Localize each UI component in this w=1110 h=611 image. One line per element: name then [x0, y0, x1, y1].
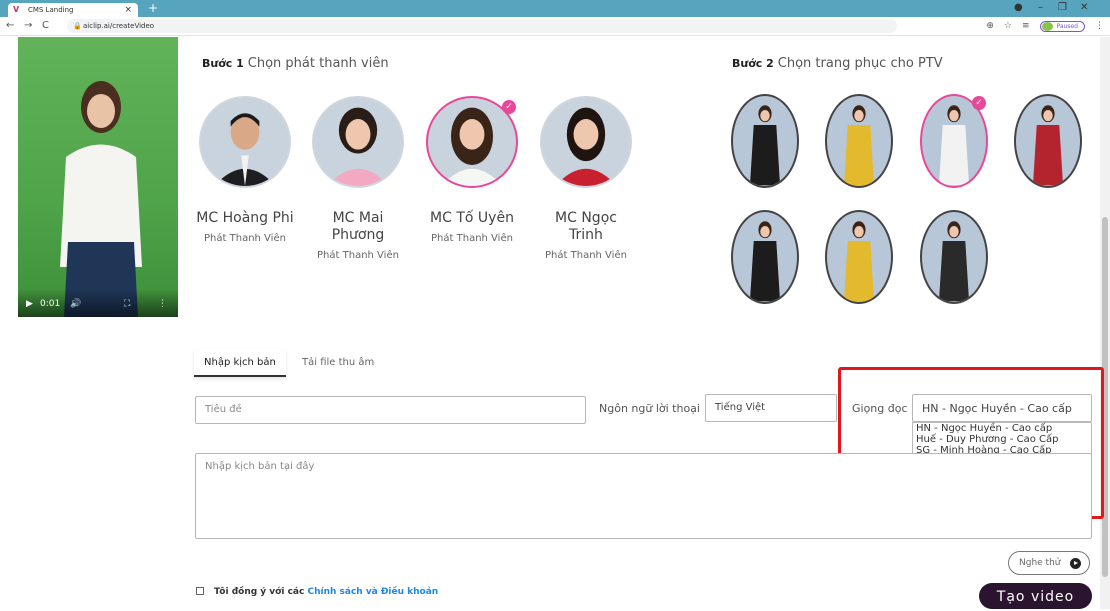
close-tab-icon[interactable]: ×	[124, 3, 132, 17]
tab-upload-audio[interactable]: Tải file thu âm	[292, 349, 385, 377]
zoom-icon[interactable]: ⊕	[986, 21, 994, 31]
presenter-role: Phát Thanh Viên	[317, 250, 399, 261]
outfit-option[interactable]	[825, 94, 893, 188]
lock-icon: 🔒	[73, 22, 82, 30]
play-icon[interactable]: ▶	[26, 299, 33, 309]
presenter-preview-image	[60, 81, 142, 317]
browser-tab[interactable]: V CMS Landing ×	[8, 3, 138, 17]
profile-paused-button[interactable]: Paused	[1039, 20, 1085, 32]
new-tab-icon[interactable]: +	[148, 1, 158, 15]
step1-heading: Bước 1 Chọn phát thanh viên	[202, 56, 389, 71]
profile-avatar	[1041, 21, 1053, 31]
step2-number: Bước 2	[732, 57, 774, 70]
tab-enter-script[interactable]: Nhập kịch bản	[194, 349, 286, 377]
presenter-role: Phát Thanh Viên	[431, 233, 513, 244]
step1-number: Bước 1	[202, 57, 244, 70]
bookmark-star-icon[interactable]: ☆	[1004, 21, 1012, 31]
fullscreen-icon[interactable]: ⛶	[124, 299, 130, 309]
reload-icon[interactable]: C	[42, 19, 49, 33]
presenter-role: Phát Thanh Viên	[545, 250, 627, 261]
forward-icon[interactable]: →	[24, 19, 32, 33]
presenter-photo	[199, 96, 291, 188]
url-input[interactable]: 🔒 aiclip.ai/createVideo	[67, 19, 897, 33]
video-time: 0:01	[40, 299, 61, 309]
presenter-photo	[540, 96, 632, 188]
outfit-option[interactable]	[731, 94, 799, 188]
page-scrollbar[interactable]	[1100, 37, 1110, 609]
outfit-option[interactable]	[920, 210, 988, 304]
agree-row: Tôi đồng ý với các Chính sách và Điều kh…	[196, 587, 438, 597]
minimize-icon[interactable]: –	[1038, 1, 1043, 15]
paused-label: Paused	[1056, 22, 1078, 30]
presenter-card[interactable]: MC Ngọc Trinh Phát Thanh Viên	[536, 96, 636, 261]
play-circle-icon	[1070, 558, 1081, 569]
presenter-photo	[312, 96, 404, 188]
back-icon[interactable]: ←	[6, 19, 14, 33]
close-window-icon[interactable]: ✕	[1080, 1, 1088, 15]
selected-check-icon: ✓	[502, 100, 516, 114]
create-video-button[interactable]: Tạo video	[979, 583, 1092, 609]
presenter-card[interactable]: MC Mai Phương Phát Thanh Viên	[308, 96, 408, 261]
selected-check-icon: ✓	[972, 96, 986, 110]
tab-title: CMS Landing	[28, 6, 74, 14]
title-input[interactable]: Tiêu đề	[195, 396, 586, 424]
outfit-option[interactable]	[1014, 94, 1082, 188]
agree-checkbox[interactable]	[196, 587, 204, 595]
script-textarea[interactable]: Nhập kịch bản tại đây	[195, 453, 1092, 539]
record-icon[interactable]: ●	[1014, 1, 1023, 15]
terms-link[interactable]: Chính sách và Điều khoản	[307, 587, 438, 597]
volume-icon[interactable]: 🔊	[70, 299, 81, 309]
language-label: Ngôn ngữ lời thoại	[599, 402, 700, 415]
video-preview[interactable]: ▶ 0:01 🔊 ⛶ ⋮	[18, 37, 178, 317]
menu-icon[interactable]: ⋮	[1095, 21, 1104, 31]
presenter-name: MC Ngọc Trinh	[555, 210, 617, 243]
presenter-card-selected[interactable]: ✓ MC Tố Uyên Phát Thanh Viên	[422, 96, 522, 244]
step2-title: Chọn trang phục cho PTV	[777, 56, 943, 71]
address-bar: ← → C 🔒 aiclip.ai/createVideo ⊕ ☆ ≡ Paus…	[0, 17, 1110, 36]
outfit-option[interactable]	[731, 210, 799, 304]
listen-button[interactable]: Nghe thử	[1008, 551, 1090, 575]
presenter-name: MC Tố Uyên	[430, 210, 514, 226]
presenter-role: Phát Thanh Viên	[204, 233, 286, 244]
listen-label: Nghe thử	[1019, 558, 1061, 568]
restore-icon[interactable]: ❐	[1058, 1, 1067, 15]
reading-list-icon[interactable]: ≡	[1022, 21, 1030, 31]
site-logo-icon: V	[13, 5, 20, 14]
url-text: aiclip.ai/createVideo	[83, 22, 155, 30]
language-select[interactable]: Tiếng Việt	[705, 394, 837, 422]
presenter-name: MC Hoàng Phi	[196, 210, 294, 226]
more-options-icon[interactable]: ⋮	[158, 299, 167, 309]
browser-tab-bar: V CMS Landing × + ● – ❐ ✕	[0, 0, 1110, 17]
presenter-name: MC Mai Phương	[331, 210, 385, 243]
step2-heading: Bước 2 Chọn trang phục cho PTV	[732, 56, 943, 71]
presenter-card[interactable]: MC Hoàng Phi Phát Thanh Viên	[195, 96, 295, 244]
agree-text: Tôi đồng ý với các	[214, 587, 305, 597]
video-controls: ▶ 0:01 🔊 ⛶ ⋮	[18, 289, 178, 317]
outfit-option[interactable]	[825, 210, 893, 304]
step1-title: Chọn phát thanh viên	[247, 56, 389, 71]
